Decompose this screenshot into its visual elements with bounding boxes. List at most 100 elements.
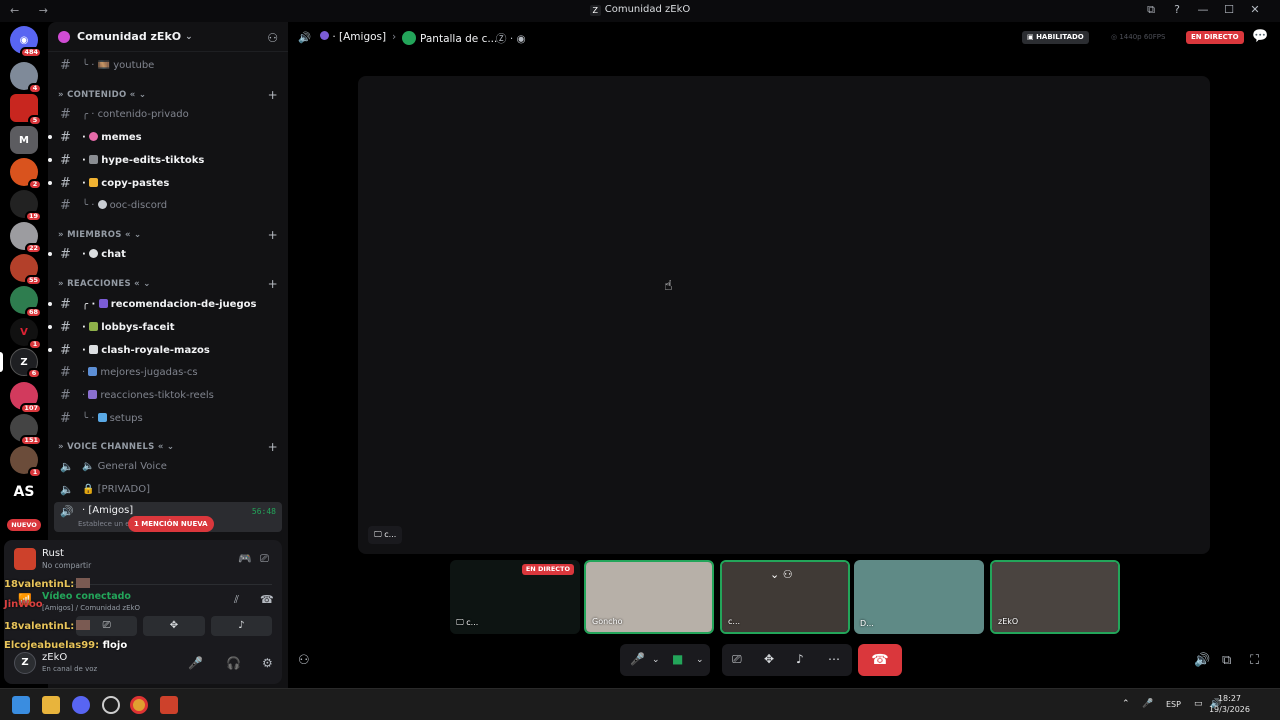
- channel-label: ╰ · 🎞️ youtube: [82, 60, 154, 71]
- app-icon[interactable]: [102, 696, 120, 714]
- add-channel-icon[interactable]: +: [268, 88, 278, 102]
- participant-tile[interactable]: Goncho: [584, 560, 714, 634]
- channel-item[interactable]: # ╭ · recomendacion-de-juegos: [48, 294, 288, 314]
- server-icon[interactable]: V1: [10, 318, 42, 350]
- close-button[interactable]: ✕: [1242, 3, 1268, 17]
- microphone-tray-icon[interactable]: 🎤: [1142, 699, 1153, 709]
- channel-youtube[interactable]: # ╰ · 🎞️ youtube: [48, 55, 288, 75]
- discord-icon: [402, 31, 416, 45]
- server-icon-zeko[interactable]: Z6: [10, 348, 41, 379]
- channel-item[interactable]: # · memes: [48, 127, 288, 147]
- disconnect-icon[interactable]: ☎: [260, 593, 274, 606]
- channel-item[interactable]: # · reacciones-tiktok-reels: [48, 385, 288, 405]
- language-indicator[interactable]: ESP: [1166, 700, 1181, 709]
- overlay-line: 18valentinL:: [4, 620, 91, 632]
- server-icon[interactable]: 2: [10, 158, 42, 190]
- participant-tile[interactable]: ⌄ ⚇ c...: [720, 560, 850, 634]
- file-explorer-icon[interactable]: [42, 696, 60, 714]
- server-icon[interactable]: 4: [10, 62, 42, 94]
- chevron-up-icon[interactable]: ⌃: [1122, 699, 1130, 709]
- pop-out-icon[interactable]: ⧉: [1222, 653, 1231, 668]
- microphone-icon[interactable]: 🎤: [188, 656, 203, 670]
- participant-tile[interactable]: D...: [854, 560, 984, 634]
- volume-icon[interactable]: 🔊: [1194, 653, 1210, 668]
- server-icon[interactable]: 22: [10, 222, 42, 254]
- category-voice-channels[interactable]: » VOICE CHANNELS « ⌄ +: [58, 439, 278, 455]
- server-icon[interactable]: AS: [10, 478, 38, 506]
- server-header[interactable]: Comunidad zEkO ⌄ ⚇: [48, 22, 288, 52]
- camera-icon[interactable]: ■: [672, 652, 683, 666]
- new-servers-pill[interactable]: NUEVO: [7, 519, 41, 531]
- channel-item[interactable]: # ╰ · setups: [48, 408, 288, 428]
- category-contenido[interactable]: » CONTENIDO « ⌄ +: [58, 87, 278, 103]
- channel-item[interactable]: # · mejores-jugadas-cs: [48, 362, 288, 382]
- rust-app-icon: [14, 548, 36, 570]
- activity-subtitle: No compartir: [42, 561, 92, 570]
- direct-messages-button[interactable]: ◉ 484: [10, 26, 42, 58]
- server-icon[interactable]: 68: [10, 286, 42, 318]
- soundboard-icon[interactable]: ♪: [796, 652, 804, 666]
- server-icon[interactable]: 1: [10, 446, 42, 478]
- discord-taskbar-icon[interactable]: [72, 696, 90, 714]
- window-controls: ⧉ ? — ☐ ✕: [1138, 3, 1268, 17]
- minimize-button[interactable]: —: [1190, 3, 1216, 17]
- rust-taskbar-icon[interactable]: [160, 696, 178, 714]
- stream-stage[interactable]: 🖵 c...: [358, 76, 1210, 554]
- server-icon[interactable]: 151: [10, 414, 42, 446]
- participant-tile[interactable]: EN DIRECTO 🖵 c...: [450, 560, 580, 634]
- display-icon[interactable]: ▭: [1194, 699, 1203, 709]
- inbox-icon[interactable]: ⧉: [1138, 3, 1164, 17]
- add-channel-icon[interactable]: +: [268, 228, 278, 242]
- category-miembros[interactable]: » MIEMBROS « ⌄ +: [58, 227, 278, 243]
- new-mention-pill[interactable]: 1 MENCIÓN NUEVA: [128, 516, 214, 532]
- chevron-down-icon[interactable]: ⌄: [652, 655, 660, 665]
- channel-item[interactable]: # ╰ · ooc-discord: [48, 195, 288, 215]
- tile-menu-icons[interactable]: ⌄ ⚇: [770, 568, 793, 581]
- fullscreen-icon[interactable]: ⛶: [1250, 653, 1259, 668]
- game-controller-icon[interactable]: 🎮: [238, 552, 252, 565]
- activities-button[interactable]: ✥: [143, 616, 205, 636]
- channel-item[interactable]: # · lobbys-faceit: [48, 317, 288, 337]
- share-screen-icon[interactable]: ⎚: [260, 552, 269, 566]
- channel-item[interactable]: # ╭ · contenido-privado: [48, 104, 288, 124]
- voice-channel-item[interactable]: 🔈 🔈 General Voice: [54, 456, 282, 476]
- activities-icon[interactable]: ✥: [764, 652, 774, 666]
- channel-item[interactable]: # · chat: [48, 244, 288, 264]
- chat-bubble-icon[interactable]: 💬: [1252, 29, 1268, 44]
- stream-title[interactable]: Pantalla de c...: [402, 31, 497, 45]
- participant-tile[interactable]: zEkO: [990, 560, 1120, 634]
- server-icon[interactable]: 19: [10, 190, 42, 222]
- voice-channel-item[interactable]: 🔈 🔒 [PRIVADO]: [54, 479, 282, 499]
- invite-icon[interactable]: ⚇: [298, 653, 310, 668]
- add-user-icon[interactable]: ⚇: [267, 31, 278, 45]
- channel-item[interactable]: # · hype-edits-tiktoks: [48, 150, 288, 170]
- share-screen-icon[interactable]: ⎚: [732, 652, 742, 667]
- add-channel-icon[interactable]: +: [268, 277, 278, 291]
- help-icon[interactable]: ?: [1164, 3, 1190, 17]
- windows-start-icon[interactable]: [12, 696, 30, 714]
- server-icon[interactable]: 5: [10, 94, 42, 126]
- microphone-icon[interactable]: 🎤: [630, 652, 645, 666]
- channel-name: General Voice: [97, 460, 167, 472]
- user-status: En canal de voz: [42, 665, 98, 673]
- disconnect-button[interactable]: ☎: [858, 644, 902, 676]
- gear-icon[interactable]: ⚙: [262, 656, 273, 670]
- soundboard-button[interactable]: ♪: [210, 616, 272, 636]
- server-icon[interactable]: M: [10, 126, 38, 154]
- server-icon[interactable]: 107: [10, 382, 42, 414]
- more-options-icon[interactable]: ⋯: [828, 652, 840, 666]
- noise-suppression-icon[interactable]: ⫽: [234, 593, 239, 607]
- clock[interactable]: 18:27 19/3/2026: [1209, 693, 1250, 715]
- add-channel-icon[interactable]: +: [268, 440, 278, 454]
- channel-item[interactable]: # · copy-pastes: [48, 173, 288, 193]
- voice-status: Vídeo conectado: [42, 591, 131, 602]
- avatar[interactable]: Z: [14, 652, 36, 674]
- voice-location[interactable]: [Amigos] / Comunidad zEkO: [42, 604, 140, 612]
- category-reacciones[interactable]: » REACCIONES « ⌄ +: [58, 276, 278, 292]
- server-icon[interactable]: 55: [10, 254, 42, 286]
- maximize-button[interactable]: ☐: [1216, 3, 1242, 17]
- channel-item[interactable]: # · clash-royale-mazos: [48, 340, 288, 360]
- chevron-down-icon[interactable]: ⌄: [696, 655, 704, 665]
- headphones-icon[interactable]: 🎧: [226, 656, 241, 670]
- chrome-icon[interactable]: [130, 696, 148, 714]
